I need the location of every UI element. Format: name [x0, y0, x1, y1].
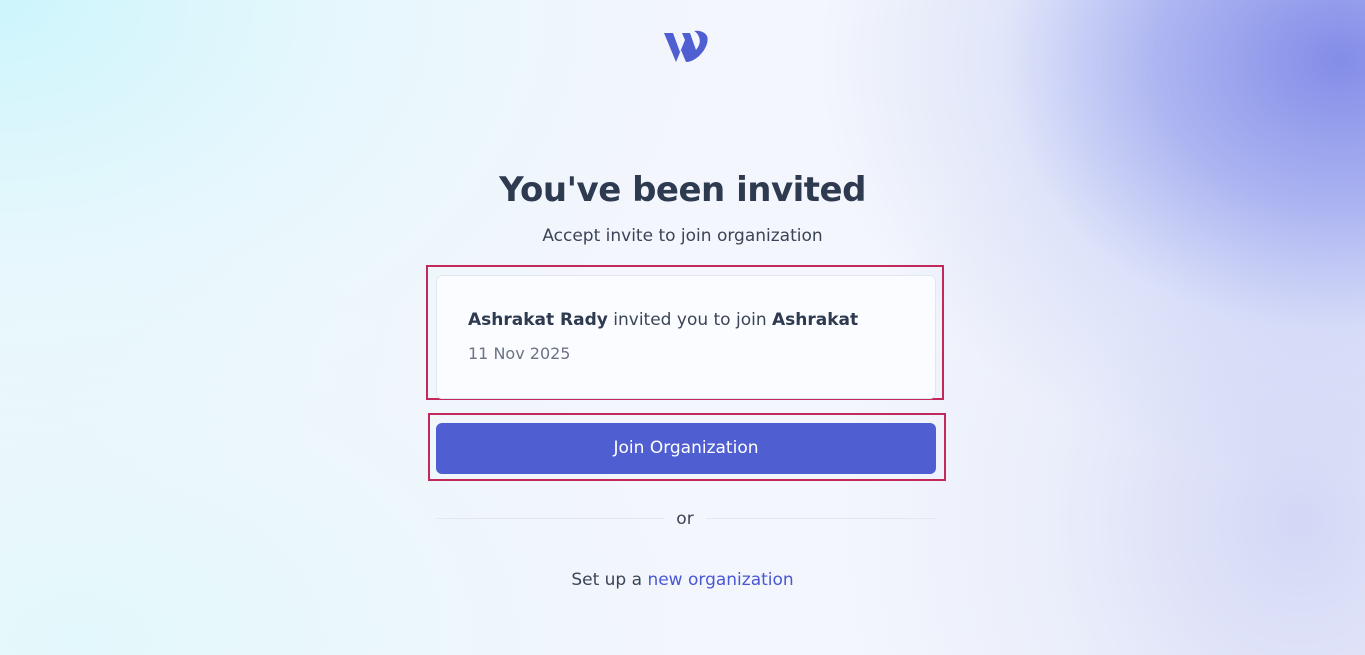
setup-prefix: Set up a	[571, 570, 648, 590]
invite-message: Ashrakat Rady invited you to join Ashrak…	[468, 308, 858, 332]
new-organization-link[interactable]: new organization	[647, 570, 793, 590]
invite-message-text: invited you to join	[607, 310, 773, 330]
or-separator: or	[676, 509, 694, 529]
setup-new-org-text: Set up a new organization	[0, 568, 1365, 592]
join-organization-button[interactable]: Join Organization	[436, 423, 936, 474]
page-title: You've been invited	[499, 170, 866, 210]
brand-logo-icon	[664, 30, 708, 62]
organization-name: Ashrakat	[772, 310, 859, 330]
inviter-name: Ashrakat Rady	[468, 310, 608, 330]
divider-right	[706, 518, 936, 519]
invite-date: 11 Nov 2025	[468, 344, 571, 363]
invite-card: Ashrakat Rady invited you to join Ashrak…	[436, 275, 936, 399]
page-subtitle: Accept invite to join organization	[542, 226, 823, 246]
divider-left	[436, 518, 664, 519]
